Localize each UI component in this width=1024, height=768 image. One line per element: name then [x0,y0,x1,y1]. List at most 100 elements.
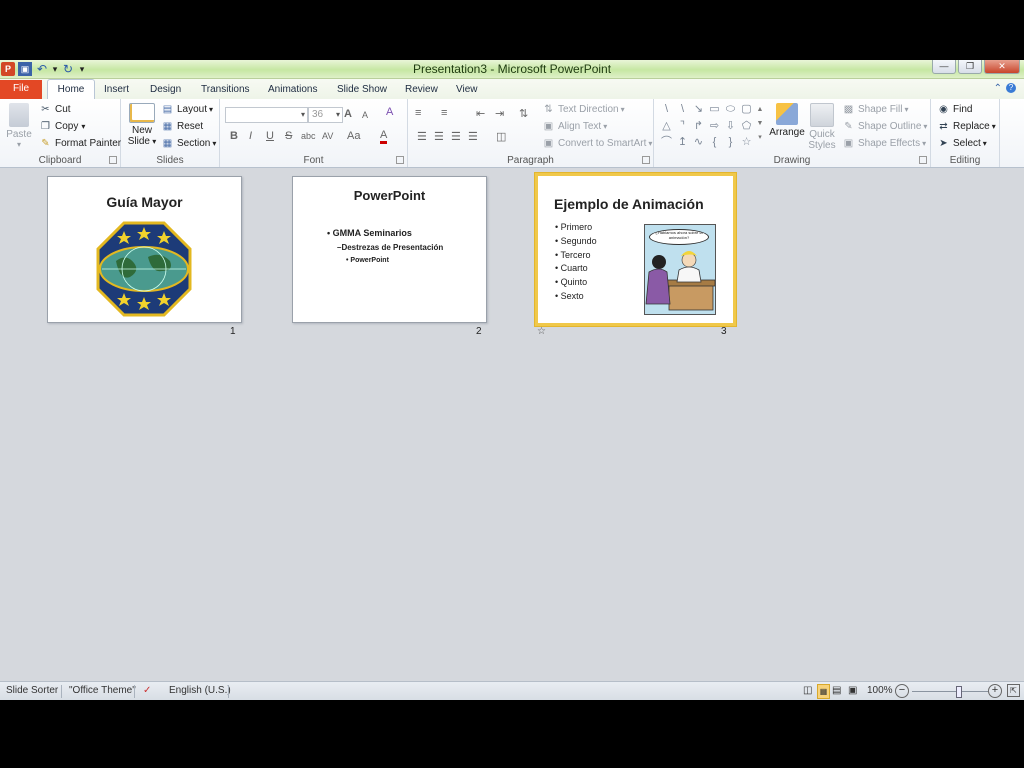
elbow-connector-shape-icon[interactable]: ⌝ [676,120,689,132]
format-painter-button[interactable]: ✎ Format Painter [39,137,121,150]
clear-formatting-button[interactable]: A [386,106,393,118]
zoom-level[interactable]: 100% [867,685,893,696]
tab-home[interactable]: Home [47,79,95,100]
font-name-combo[interactable]: ▾ [225,107,308,123]
slide-thumbnail-2[interactable]: PowerPoint • GMMA Seminarios –Destrezas … [292,176,487,323]
font-name-dropdown-icon: ▾ [300,110,305,119]
oval-shape-icon[interactable]: ⬭ [724,103,737,115]
elbow-arrow-shape-icon[interactable]: ↱ [692,120,705,132]
arrow-line-shape-icon[interactable]: ↘ [692,103,705,115]
zoom-slider[interactable] [912,686,988,698]
shape-fill-button[interactable]: ▩ Shape Fill ▾ [842,103,909,116]
align-center-icon[interactable]: ☰ [434,130,444,143]
fit-to-window-icon[interactable]: ⇱ [1007,684,1020,697]
quick-styles-button[interactable]: Quick Styles [807,103,837,151]
slide-show-view-icon[interactable]: ▣ [848,685,857,696]
bold-button[interactable]: B [230,130,238,142]
font-launcher-icon[interactable] [396,156,404,164]
shape-effects-button[interactable]: ▣ Shape Effects ▾ [842,137,926,150]
slide-sorter-view-icon[interactable]: ▦ [817,684,830,699]
pentagon-shape-icon[interactable]: ⬠ [740,120,753,132]
italic-button[interactable]: I [249,130,252,142]
line-spacing-icon[interactable]: ⇅ [519,107,528,120]
tab-file[interactable]: File [0,80,42,99]
zoom-slider-thumb[interactable] [956,686,963,698]
tab-insert[interactable]: Insert [104,82,129,98]
reading-view-icon[interactable]: ▤ [832,685,841,696]
tab-design[interactable]: Design [150,82,181,98]
strikethrough-button[interactable]: S [285,130,292,142]
theme-status[interactable]: "Office Theme" [69,685,136,696]
decrease-indent-icon[interactable]: ⇤ [476,107,485,120]
clipboard-launcher-icon[interactable] [109,156,117,164]
slide-thumbnail-3[interactable]: Ejemplo de Animación • Primero • Segundo… [535,173,736,326]
normal-view-icon[interactable]: ◫ [803,685,812,696]
shapes-gallery[interactable]: \ \ ↘ ▭ ⬭ ▢ △ ⌝ ↱ ⇨ ⇩ ⬠ ⌒ ↥ ∿ { } ☆ [658,103,764,151]
zoom-in-icon[interactable]: + [988,684,1002,698]
brace-right-shape-icon[interactable]: } [724,136,737,148]
slide-thumbnail-1[interactable]: Guía Mayor [47,176,242,323]
arrange-icon [776,103,798,125]
convert-smartart-button[interactable]: ▣ Convert to SmartArt ▾ [542,137,653,150]
align-right-icon[interactable]: ☰ [451,130,461,143]
align-text-button[interactable]: ▣ Align Text ▾ [542,120,607,133]
language-status[interactable]: English (U.S.) [169,685,231,696]
layout-button[interactable]: ▤ Layout ▾ [161,103,213,116]
increase-indent-icon[interactable]: ⇥ [495,107,504,120]
reset-button[interactable]: ▦ Reset [161,120,203,133]
section-button[interactable]: ▦ Section ▾ [161,137,217,150]
shrink-font-button[interactable]: A [362,110,368,120]
font-size-combo[interactable]: 36 ▾ [308,107,343,123]
freeform-shape-icon[interactable]: ↥ [676,136,689,148]
text-direction-button[interactable]: ⇅ Text Direction ▾ [542,103,624,116]
text-direction-icon: ⇅ [544,104,553,115]
columns-icon[interactable]: ◫ [496,130,506,143]
change-case-button[interactable]: Aa [347,130,360,142]
star-shape-icon[interactable]: ☆ [740,136,753,148]
font-color-button[interactable]: A [380,129,388,144]
line-shape-icon[interactable]: \ [660,103,673,115]
underline-button[interactable]: U [266,130,274,142]
down-arrow-shape-icon[interactable]: ⇩ [724,120,737,132]
cut-button[interactable]: ✂ Cut [39,103,70,116]
tab-review[interactable]: Review [405,82,438,98]
drawing-launcher-icon[interactable] [919,156,927,164]
zoom-out-icon[interactable]: − [895,684,909,698]
minimize-ribbon-icon[interactable]: ⌃ [994,83,1002,94]
spell-check-icon[interactable]: ✓ [143,685,151,696]
align-left-icon[interactable]: ☰ [417,130,427,143]
tab-transitions[interactable]: Transitions [201,82,250,98]
shapes-gallery-scroll[interactable]: ▲ ▼ ▾ [756,103,764,147]
shadow-button[interactable]: abc [301,131,316,141]
new-slide-button[interactable]: New Slide ▾ [125,103,159,147]
curve-shape-icon[interactable]: ⌒ [660,136,673,148]
line-shape-icon[interactable]: \ [676,103,689,115]
tab-slide-show[interactable]: Slide Show [337,82,387,98]
close-button[interactable]: ✕ [984,60,1020,74]
bullets-icon[interactable]: ≡ [415,107,421,119]
justify-icon[interactable]: ☰ [468,130,478,143]
select-button[interactable]: ➤ Select ▾ [937,137,987,150]
triangle-shape-icon[interactable]: △ [660,120,673,132]
tab-view[interactable]: View [456,82,478,98]
minimize-button[interactable]: — [932,60,956,74]
grow-font-button[interactable]: A [344,108,352,120]
replace-button[interactable]: ⇄ Replace ▾ [937,120,995,133]
brace-left-shape-icon[interactable]: { [708,136,721,148]
rounded-rectangle-shape-icon[interactable]: ▢ [740,103,753,115]
find-button[interactable]: ◉ Find [937,103,972,116]
copy-button[interactable]: ❐ Copy ▾ [39,120,85,133]
shape-outline-button[interactable]: ✎ Shape Outline ▾ [842,120,927,133]
arrange-button[interactable]: Arrange [769,103,805,138]
paragraph-launcher-icon[interactable] [642,156,650,164]
paste-button[interactable]: Paste ▾ [4,103,34,149]
rectangle-shape-icon[interactable]: ▭ [708,103,721,115]
tab-animations[interactable]: Animations [268,82,317,98]
right-arrow-shape-icon[interactable]: ⇨ [708,120,721,132]
restore-button[interactable]: ❐ [958,60,982,74]
help-icon[interactable]: ? [1006,83,1016,93]
transition-star-icon[interactable]: ☆ [537,326,546,337]
scribble-shape-icon[interactable]: ∿ [692,136,705,148]
numbering-icon[interactable]: ≡ [441,107,447,119]
character-spacing-button[interactable]: AV [322,131,333,141]
